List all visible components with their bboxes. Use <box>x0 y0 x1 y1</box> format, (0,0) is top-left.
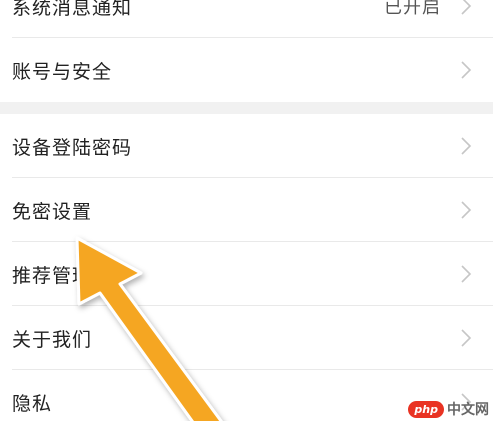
settings-group-2: 设备登陆密码 免密设置 推荐管理 关于我们 隐私 <box>0 114 493 434</box>
row-value: 已开启 <box>384 0 441 18</box>
settings-row-system-notifications[interactable]: 系统消息通知 已开启 <box>0 0 493 38</box>
settings-row-about-us[interactable]: 关于我们 <box>0 306 493 370</box>
chevron-right-icon <box>461 137 472 155</box>
chevron-right-icon <box>461 265 472 283</box>
watermark: php 中文网 <box>408 399 489 419</box>
watermark-text: 中文网 <box>447 402 489 418</box>
row-label: 推荐管理 <box>12 264 93 287</box>
chevron-right-icon <box>461 61 472 79</box>
row-label: 隐私 <box>12 392 53 415</box>
settings-row-recommendation-management[interactable]: 推荐管理 <box>0 242 493 306</box>
chevron-right-icon <box>461 201 472 219</box>
section-separator <box>0 102 493 114</box>
settings-row-password-free[interactable]: 免密设置 <box>0 178 493 242</box>
row-label: 账号与安全 <box>12 60 113 83</box>
row-label: 免密设置 <box>12 200 93 223</box>
settings-row-device-password[interactable]: 设备登陆密码 <box>0 114 493 178</box>
chevron-right-icon <box>461 329 472 347</box>
watermark-logo: php <box>408 400 444 418</box>
row-label: 关于我们 <box>12 328 93 351</box>
settings-row-account-security[interactable]: 账号与安全 <box>0 38 493 102</box>
chevron-right-icon <box>461 0 472 15</box>
row-label: 系统消息通知 <box>12 0 133 19</box>
row-label: 设备登陆密码 <box>12 136 133 159</box>
settings-group-1: 系统消息通知 已开启 账号与安全 <box>0 0 493 102</box>
